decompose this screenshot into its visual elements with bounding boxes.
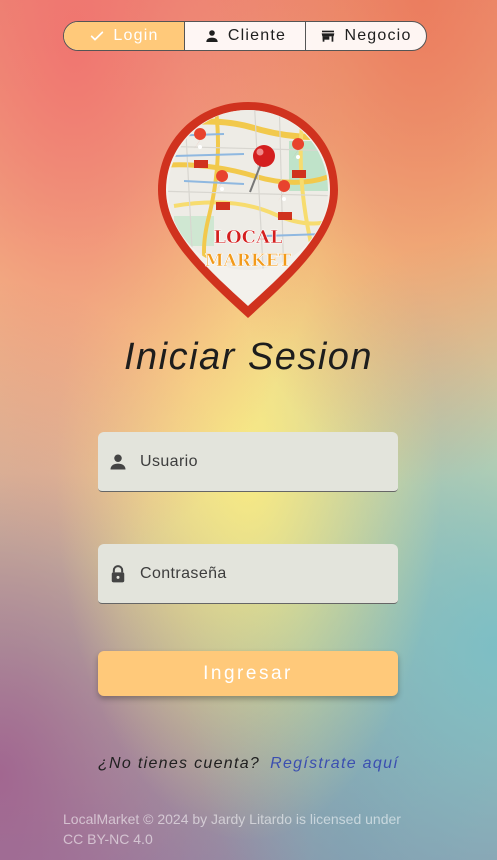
mode-segmented-control: Login Cliente Negocio: [63, 21, 427, 51]
store-icon: [322, 30, 335, 42]
tab-negocio[interactable]: Negocio: [306, 22, 426, 50]
license-footer: LocalMarket © 2024 by Jardy Litardo is l…: [63, 809, 433, 849]
password-field[interactable]: [98, 544, 398, 604]
tab-login-label: Login: [113, 27, 159, 44]
tab-login[interactable]: Login: [64, 22, 185, 50]
page-title: Iniciar Sesion: [123, 336, 374, 378]
username-input[interactable]: [138, 451, 398, 472]
signup-link[interactable]: Regístrate aquí: [270, 755, 399, 772]
signup-question: ¿No tienes cuenta?: [97, 755, 261, 772]
footer-line-2[interactable]: CC BY-NC 4.0: [63, 829, 433, 849]
check-icon: [91, 31, 104, 41]
person-icon: [206, 30, 218, 42]
logo-market-text: MARKET: [205, 251, 292, 271]
password-input[interactable]: [138, 563, 398, 584]
username-field[interactable]: [98, 432, 398, 492]
localmarket-logo: LOCAL MARKET: [158, 102, 338, 318]
tab-cliente[interactable]: Cliente: [185, 22, 306, 50]
logo-local-text: LOCAL: [213, 227, 283, 248]
tab-cliente-label: Cliente: [227, 27, 287, 44]
footer-line-1: LocalMarket © 2024 by Jardy Litardo is l…: [63, 811, 401, 827]
person-icon: [110, 454, 126, 469]
lock-icon: [111, 564, 125, 582]
tab-negocio-label: Negocio: [344, 27, 412, 44]
ingresar-button[interactable]: Ingresar: [98, 651, 398, 696]
signup-prompt: ¿No tienes cuenta? Regístrate aquí: [0, 755, 497, 773]
